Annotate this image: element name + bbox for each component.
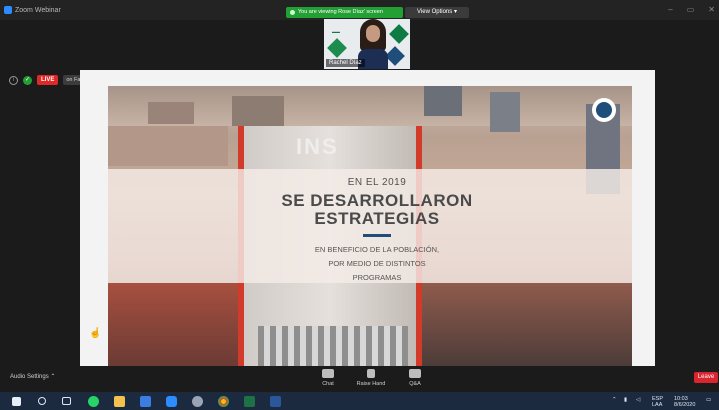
slide-text-panel: EN EL 2019 SE DESARROLLARON ESTRATEGIAS … bbox=[108, 169, 632, 283]
slide-body: EN BENEFICIO DE LA POBLACIÓN, POR MEDIO … bbox=[268, 243, 486, 285]
raise-hand-label: Raise Hand bbox=[356, 381, 386, 387]
slide-body-line: POR MEDIO DE DISTINTOS bbox=[328, 259, 426, 268]
background-diamond bbox=[389, 24, 409, 44]
rooftops-left bbox=[108, 283, 238, 366]
raise-hand-icon bbox=[367, 369, 375, 378]
windows-taskbar: ⌃ ▮ ◁ ESP LAA 10:03 8/6/2020 ▭ bbox=[0, 392, 719, 410]
chat-icon bbox=[322, 369, 334, 378]
notification-icon[interactable]: ▭ bbox=[706, 397, 711, 403]
encryption-shield-icon[interactable]: ✓ bbox=[23, 75, 32, 85]
building bbox=[232, 96, 284, 126]
window-controls: – ▭ ✕ bbox=[668, 5, 715, 14]
slide-accent-bar bbox=[363, 234, 391, 237]
info-icon[interactable]: i bbox=[9, 75, 18, 85]
close-button[interactable]: ✕ bbox=[708, 5, 715, 14]
keyboard-layout: LAA bbox=[652, 402, 663, 408]
slide-heading-small: EN EL 2019 bbox=[347, 177, 407, 188]
zoom-webinar-window: Zoom Webinar You are viewing Rose Díaz' … bbox=[0, 0, 719, 410]
raise-hand-button[interactable]: Raise Hand bbox=[352, 369, 390, 387]
qa-icon bbox=[409, 369, 421, 378]
audio-settings-label: Audio Settings bbox=[10, 374, 49, 380]
shared-screen: INS EN EL 2019 SE DESARROLLARON ESTRATEG… bbox=[80, 70, 655, 366]
slide-body-line: EN BENEFICIO DE LA POBLACIÓN, bbox=[314, 245, 440, 254]
chrome-icon[interactable] bbox=[218, 396, 229, 407]
audio-settings-button[interactable]: Audio Settings ⌃ bbox=[10, 373, 55, 380]
view-options-label: View Options bbox=[417, 9, 453, 15]
teams-icon[interactable] bbox=[140, 396, 151, 407]
qa-label: Q&A bbox=[409, 381, 421, 387]
slide-background-photo: INS EN EL 2019 SE DESARROLLARON ESTRATEG… bbox=[108, 86, 632, 366]
app-icon[interactable] bbox=[192, 396, 203, 407]
file-explorer-icon[interactable] bbox=[114, 396, 125, 407]
viewing-banner-text: You are viewing Rose Díaz' screen bbox=[298, 9, 383, 15]
zoom-app-icon bbox=[4, 6, 12, 14]
language-indicator[interactable]: ESP LAA bbox=[652, 396, 663, 408]
word-icon[interactable] bbox=[270, 396, 281, 407]
building bbox=[108, 126, 228, 166]
clock[interactable]: 10:03 8/6/2020 bbox=[674, 396, 695, 408]
watermark-logo bbox=[592, 98, 616, 122]
battery-icon[interactable]: ▮ bbox=[624, 397, 627, 403]
clock-date: 8/6/2020 bbox=[674, 402, 696, 408]
live-badge[interactable]: LIVE bbox=[37, 75, 59, 85]
volume-icon[interactable]: ◁ bbox=[636, 397, 640, 403]
minimize-button[interactable]: – bbox=[668, 5, 672, 14]
chevron-up-icon: ⌃ bbox=[50, 374, 56, 380]
tray-chevron-up-icon[interactable]: ⌃ bbox=[612, 397, 617, 403]
tower-base bbox=[258, 326, 408, 366]
speaker-name: Rachel Díaz bbox=[326, 59, 365, 67]
hand-cursor-icon: ☝ bbox=[89, 328, 102, 339]
app-title: Zoom Webinar bbox=[15, 7, 61, 14]
building bbox=[490, 92, 520, 132]
slide-heading-main: SE DESARROLLARON bbox=[281, 191, 473, 210]
background-diamond bbox=[327, 38, 347, 58]
screen-share-icon bbox=[290, 10, 295, 15]
slide-body-line: PROGRAMAS bbox=[352, 273, 402, 282]
rooftops-right bbox=[422, 283, 632, 366]
qa-button[interactable]: Q&A bbox=[404, 369, 426, 387]
viewing-screen-banner: You are viewing Rose Díaz' screen bbox=[286, 7, 403, 18]
zoom-taskbar-icon[interactable] bbox=[166, 396, 177, 407]
chat-label: Chat bbox=[322, 381, 334, 387]
slide-heading-main-2: ESTRATEGIAS bbox=[314, 209, 440, 228]
chevron-down-icon: ▾ bbox=[453, 9, 457, 15]
excel-icon[interactable] bbox=[244, 396, 255, 407]
search-icon[interactable] bbox=[38, 397, 46, 405]
windows-start-icon[interactable] bbox=[12, 397, 21, 406]
building-sign: INS bbox=[296, 134, 339, 159]
building bbox=[424, 86, 462, 116]
background-diamond bbox=[385, 46, 405, 66]
maximize-button[interactable]: ▭ bbox=[687, 5, 695, 14]
task-view-icon[interactable] bbox=[62, 397, 71, 405]
speaker-video-thumbnail[interactable]: ▬▬ Rachel Díaz bbox=[324, 19, 410, 69]
title-bar: Zoom Webinar You are viewing Rose Díaz' … bbox=[0, 0, 719, 20]
thumbnail-logo: ▬▬ bbox=[332, 29, 340, 34]
building bbox=[148, 102, 194, 124]
leave-button[interactable]: Leave bbox=[694, 372, 718, 383]
whatsapp-icon[interactable] bbox=[88, 396, 99, 407]
chat-button[interactable]: Chat bbox=[317, 369, 339, 387]
view-options-button[interactable]: View Options ▾ bbox=[405, 7, 469, 18]
